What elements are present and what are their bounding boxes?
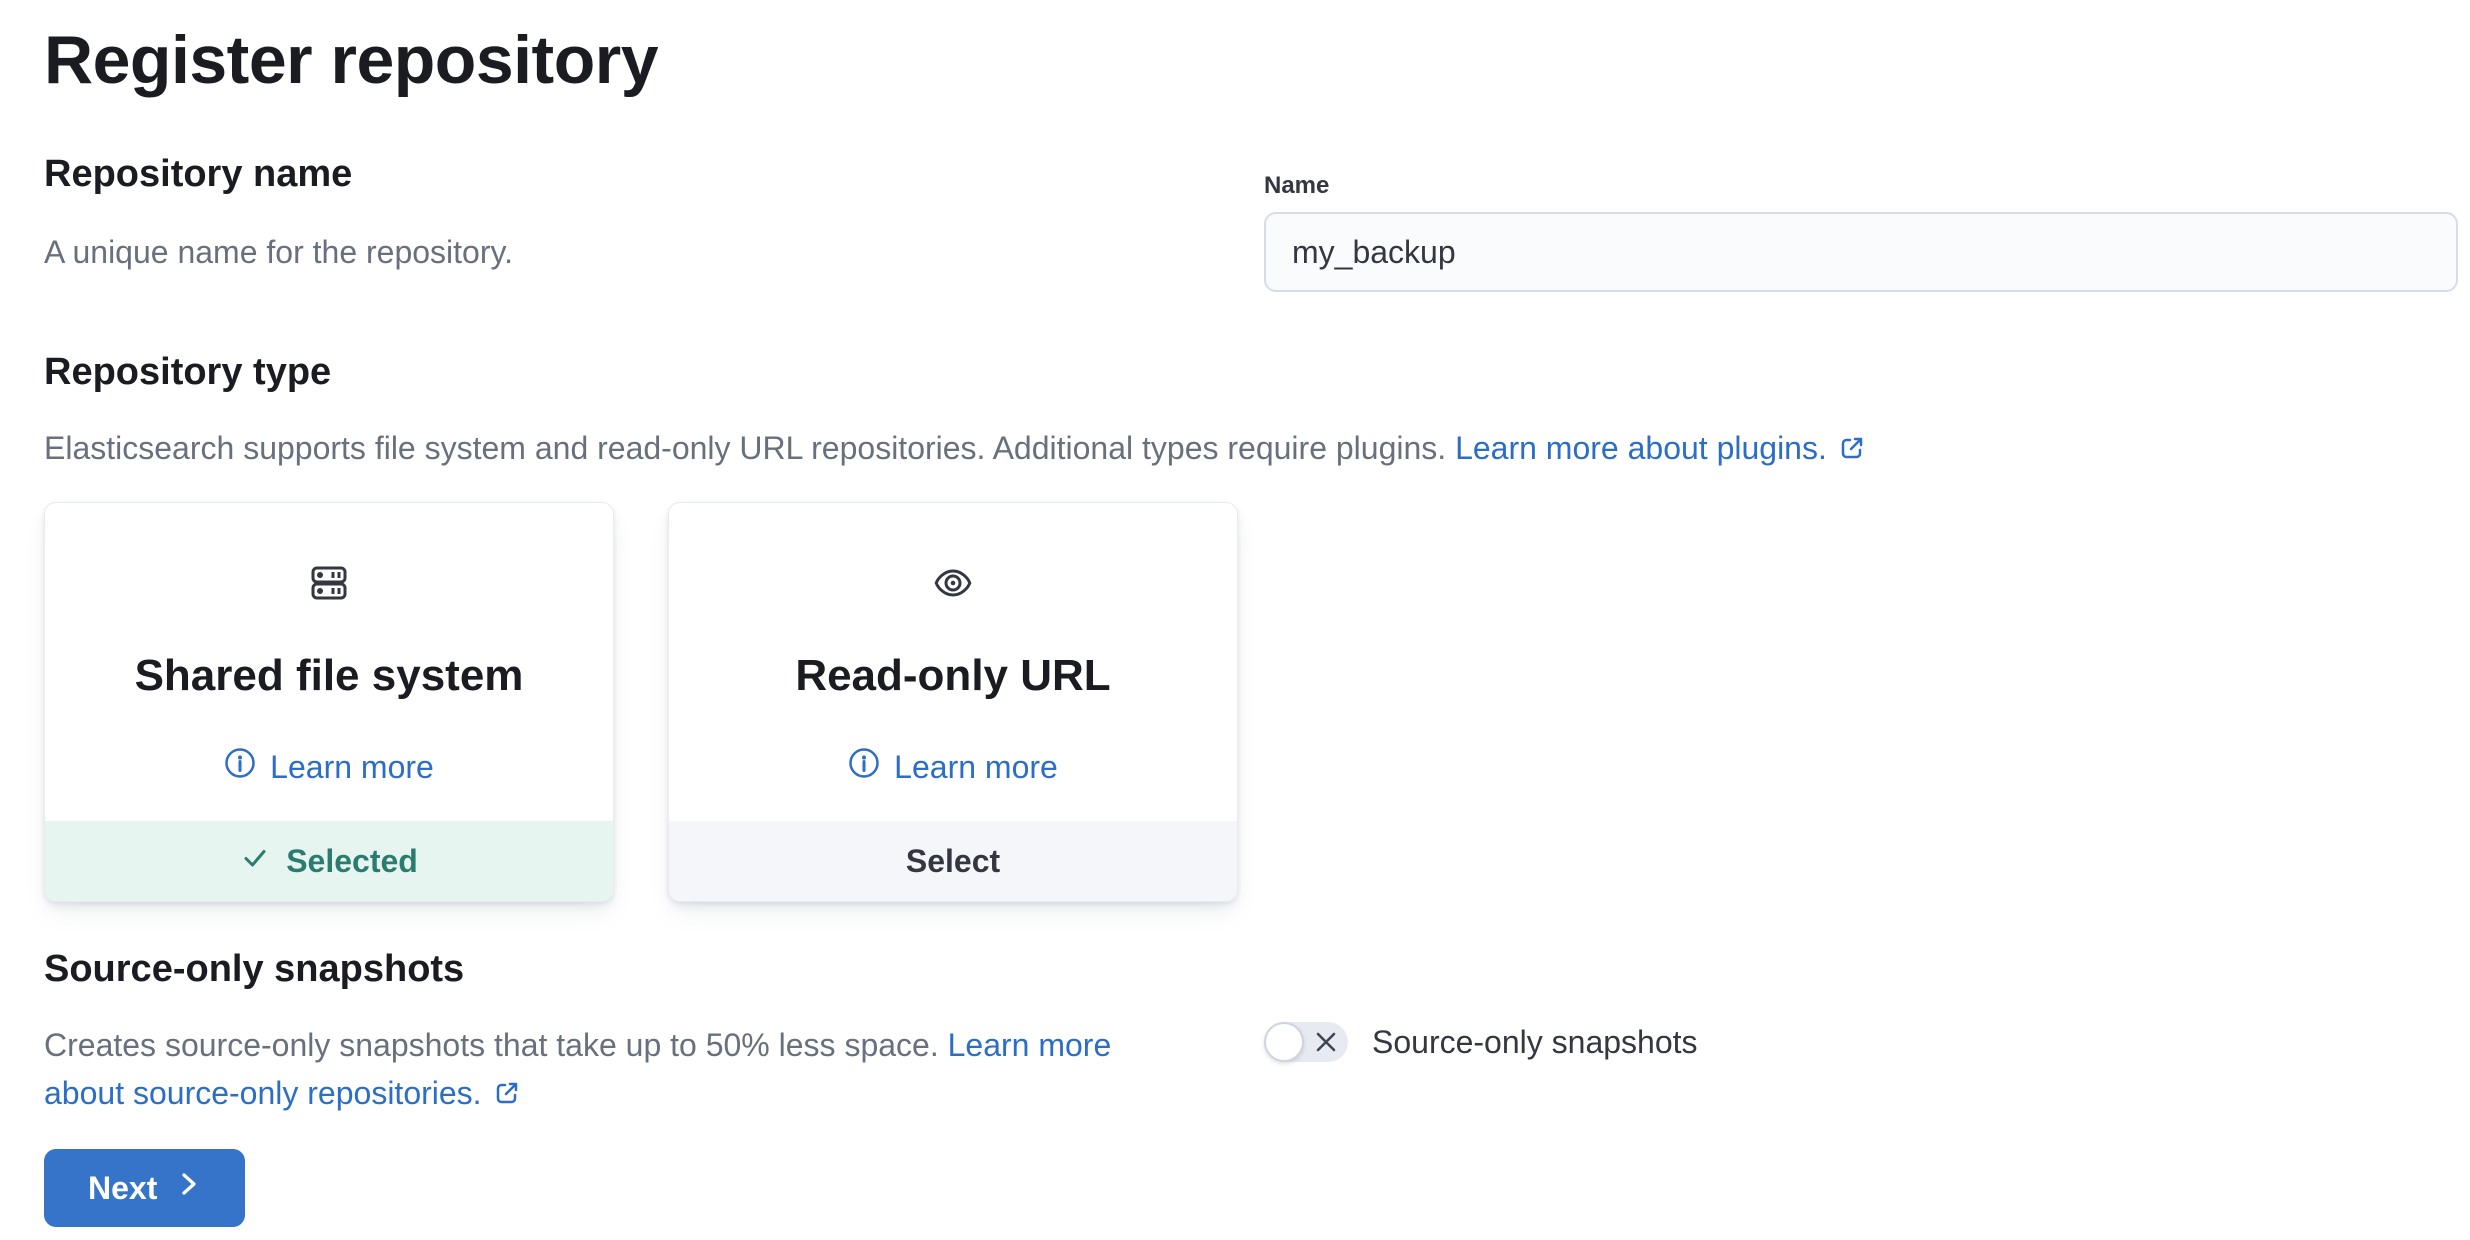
source-only-text: Source-only snapshots Creates source-onl…: [44, 945, 1184, 1121]
external-link-icon: [1837, 434, 1867, 470]
external-link-icon: [492, 1079, 522, 1115]
repository-type-section: Repository type Elasticsearch supports f…: [44, 348, 2458, 902]
chevron-right-icon: [177, 1168, 201, 1208]
repository-type-description-text: Elasticsearch supports file system and r…: [44, 430, 1447, 466]
select-label: Select: [905, 842, 1001, 879]
repository-type-description: Elasticsearch supports file system and r…: [44, 424, 2458, 476]
card-title-read-only-url: Read-only URL: [795, 651, 1111, 700]
repository-type-heading: Repository type: [44, 351, 332, 393]
card-footer-select[interactable]: Select: [669, 821, 1237, 901]
toggle-knob: [1264, 1022, 1304, 1062]
next-button[interactable]: Next: [44, 1149, 246, 1227]
source-only-toggle-group: Source-only snapshots: [1184, 945, 2458, 1121]
card-read-only-url-body: Read-only URL Learn more: [669, 503, 1237, 821]
name-field-label: Name: [1264, 172, 1330, 199]
card-read-only-url[interactable]: Read-only URL Learn more Select: [668, 502, 1238, 902]
repository-type-cards: Shared file system Learn more Selected R…: [44, 502, 2458, 902]
plugins-learn-more-link[interactable]: Learn more about plugins.: [1455, 430, 1827, 466]
check-icon: [240, 842, 270, 880]
source-only-toggle-row: Source-only snapshots: [1264, 1022, 2458, 1062]
card-footer-selected[interactable]: Selected: [45, 821, 613, 901]
info-icon: [848, 747, 880, 787]
source-only-toggle-label: Source-only snapshots: [1372, 1023, 1698, 1060]
card-title-shared-file-system: Shared file system: [134, 651, 524, 700]
repository-name-field-group: Name: [1184, 150, 2458, 292]
learn-more-label: Learn more: [270, 748, 434, 785]
source-only-heading: Source-only snapshots: [44, 948, 465, 990]
card-shared-file-system[interactable]: Shared file system Learn more Selected: [44, 502, 614, 902]
source-only-description: Creates source-only snapshots that take …: [44, 1021, 1184, 1121]
storage-icon: [305, 559, 353, 612]
repository-name-text: Repository name A unique name for the re…: [44, 150, 1184, 292]
info-icon: [224, 747, 256, 787]
read-only-url-learn-more-link[interactable]: Learn more: [848, 747, 1058, 787]
selected-label: Selected: [286, 842, 418, 879]
repository-name-section: Repository name A unique name for the re…: [44, 150, 2458, 292]
eye-icon: [929, 559, 977, 612]
source-only-description-text: Creates source-only snapshots that take …: [44, 1027, 939, 1063]
card-shared-file-system-body: Shared file system Learn more: [45, 503, 613, 821]
source-only-toggle[interactable]: [1264, 1022, 1348, 1062]
repository-name-heading: Repository name: [44, 153, 353, 195]
repository-name-input[interactable]: [1264, 212, 2458, 292]
page-title: Register repository: [44, 22, 659, 98]
next-button-label: Next: [88, 1169, 158, 1206]
learn-more-label: Learn more: [894, 748, 1058, 785]
shared-file-system-learn-more-link[interactable]: Learn more: [224, 747, 434, 787]
cross-icon: [1313, 1029, 1339, 1058]
register-repository-page: Register repository Repository name A un…: [0, 0, 2470, 1227]
repository-name-description: A unique name for the repository.: [44, 234, 514, 270]
source-only-section: Source-only snapshots Creates source-onl…: [44, 945, 2458, 1121]
